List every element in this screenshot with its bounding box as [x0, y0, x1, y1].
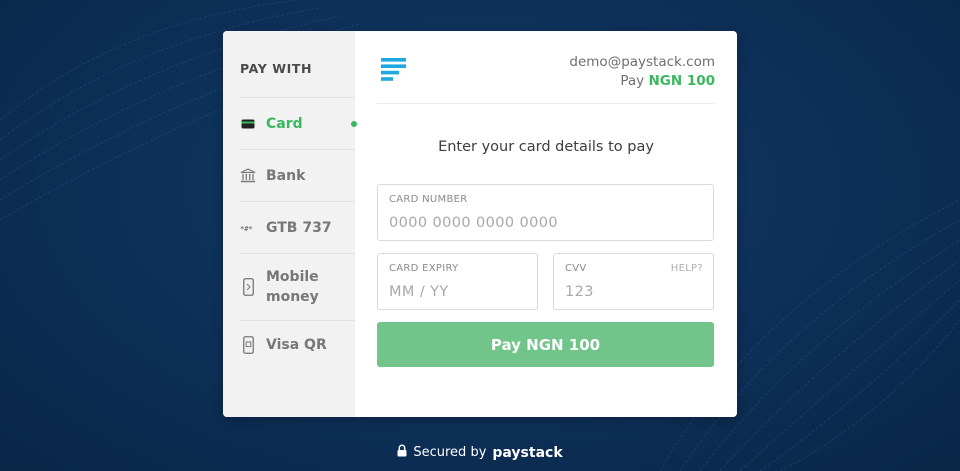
qr-phone-icon — [240, 335, 256, 354]
channel-label: Visa QR — [266, 336, 327, 353]
card-number-label: CARD NUMBER — [389, 194, 468, 205]
mobile-phone-icon — [240, 278, 256, 296]
channel-gtb-737[interactable]: *#* GTB 737 — [240, 201, 355, 253]
channel-label: Card — [266, 115, 303, 132]
bank-icon — [240, 167, 256, 185]
channel-card[interactable]: Card — [240, 97, 357, 149]
svg-text:*#*: *#* — [240, 224, 253, 233]
cvv-help-link[interactable]: HELP? — [671, 263, 703, 274]
cvv-input[interactable] — [565, 284, 702, 300]
card-expiry-field: CARD EXPIRY — [377, 253, 538, 310]
channel-visa-qr[interactable]: Visa QR — [240, 320, 355, 368]
customer-email: demo@paystack.com — [569, 54, 715, 70]
sidebar-title: PAY WITH — [240, 61, 313, 76]
pay-amount-line: Pay NGN 100 — [569, 72, 715, 91]
ussd-icon: *#* — [240, 219, 256, 237]
payment-channel-sidebar: PAY WITH Card Bank *#* GTB 737 Mobile mo… — [223, 31, 357, 417]
header-divider — [377, 103, 715, 104]
card-number-field: CARD NUMBER — [377, 184, 714, 241]
pay-button[interactable]: Pay NGN 100 — [377, 322, 714, 367]
card-number-input[interactable] — [389, 215, 702, 231]
merchant-info: demo@paystack.com Pay NGN 100 — [569, 53, 715, 91]
paystack-brand[interactable]: paystack — [492, 445, 562, 461]
payment-panel: demo@paystack.com Pay NGN 100 Enter your… — [355, 31, 737, 417]
channel-label: Mobile money — [266, 269, 319, 305]
card-expiry-input[interactable] — [389, 284, 526, 300]
card-expiry-label: CARD EXPIRY — [389, 263, 459, 274]
channel-label: GTB 737 — [266, 219, 332, 236]
cvv-label: CVV — [565, 263, 587, 274]
channel-label: Bank — [266, 167, 306, 184]
channel-mobile-money[interactable]: Mobile money — [240, 253, 355, 320]
cvv-field: CVV HELP? — [553, 253, 714, 310]
pay-prefix: Pay — [620, 73, 645, 89]
pay-amount: NGN 100 — [648, 73, 715, 89]
secured-footer: Secured by paystack — [0, 444, 960, 461]
paystack-logo-icon — [381, 58, 407, 86]
channel-bank[interactable]: Bank — [240, 149, 355, 201]
lock-icon — [397, 444, 407, 461]
form-heading: Enter your card details to pay — [438, 139, 654, 155]
checkout-modal: PAY WITH Card Bank *#* GTB 737 Mobile mo… — [223, 31, 737, 417]
card-icon — [240, 115, 256, 133]
secured-by-text: Secured by — [413, 445, 487, 460]
